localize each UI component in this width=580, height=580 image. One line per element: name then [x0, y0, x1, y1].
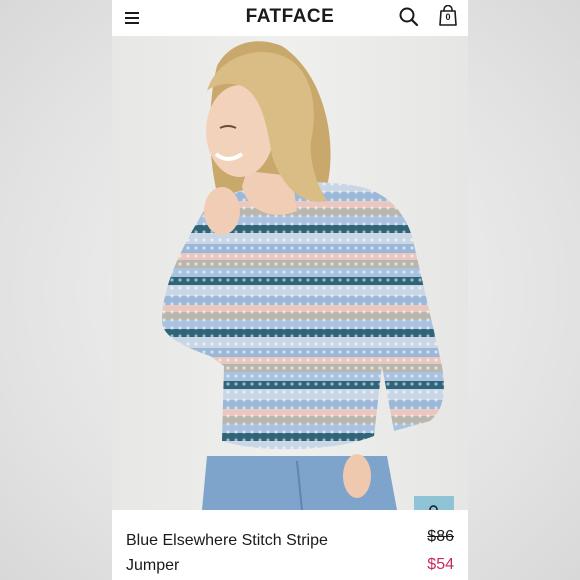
top-navigation-bar: FATFACE 0 — [112, 0, 468, 36]
add-to-bag-icon — [429, 505, 438, 510]
product-name[interactable]: Blue Elsewhere Stitch Stripe Jumper — [126, 528, 356, 578]
search-button[interactable] — [398, 6, 420, 28]
search-icon — [399, 7, 419, 27]
bag-count-badge: 0 — [445, 12, 451, 22]
quick-add-button[interactable] — [414, 496, 454, 510]
product-info: Blue Elsewhere Stitch Stripe Jumper $86 … — [112, 510, 468, 580]
original-price: $86 — [427, 528, 454, 545]
sale-price: $54 — [427, 556, 454, 573]
app-screen: FATFACE 0 Blue Elsewhere Stitch Stripe J… — [112, 0, 468, 580]
product-name-line: Jumper — [126, 557, 180, 574]
product-photo-illustration — [162, 41, 444, 510]
product-image[interactable] — [112, 36, 468, 510]
shopping-bag-button[interactable]: 0 — [438, 5, 460, 29]
product-name-line: Blue Elsewhere Stitch Stripe — [126, 532, 328, 549]
